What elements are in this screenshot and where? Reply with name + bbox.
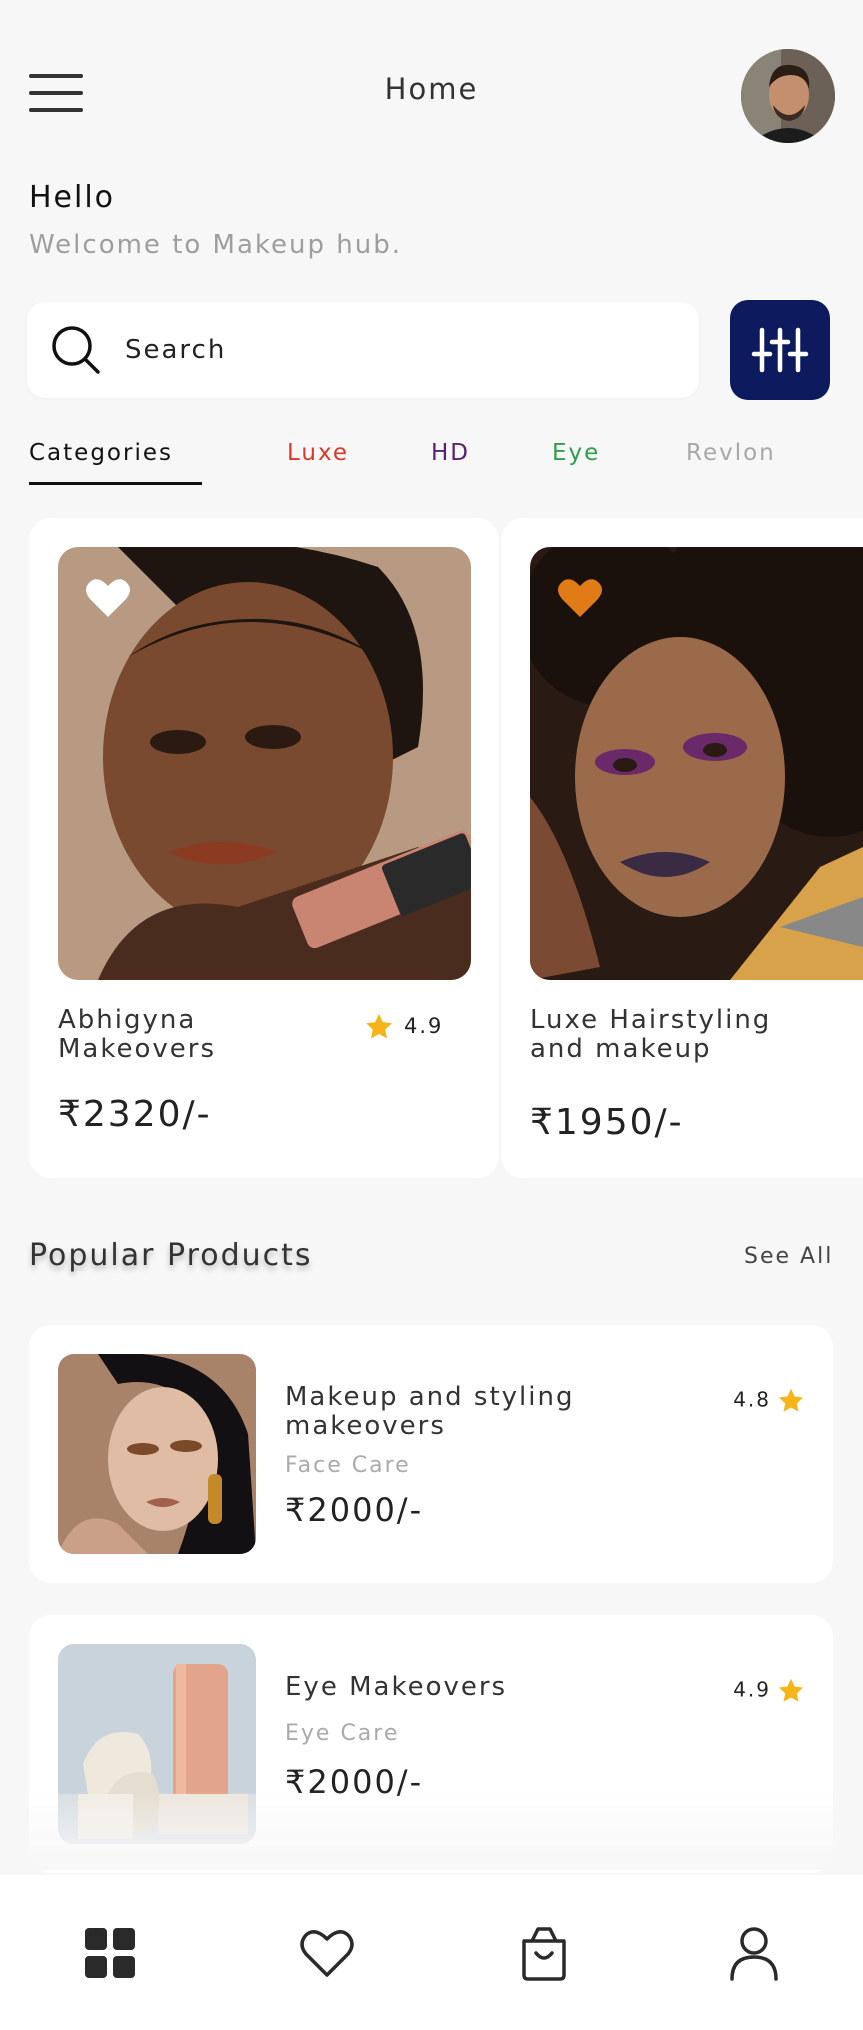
featured-card[interactable]: Abhigyna Makeovers 4.9 ₹2320/- (29, 518, 499, 1178)
featured-card-image (58, 547, 471, 980)
greeting-title: Hello (29, 180, 116, 215)
tab-luxe[interactable]: Luxe (287, 440, 349, 466)
rating-value: 4.9 (404, 1014, 444, 1038)
bottom-nav (0, 1875, 863, 2030)
avatar[interactable] (741, 49, 835, 143)
product-name: Eye Makeovers (285, 1672, 508, 1702)
star-icon (778, 1388, 804, 1412)
nav-favorites[interactable] (297, 1923, 357, 1983)
product-category: Face Care (285, 1453, 411, 1478)
see-all-link[interactable]: See All (744, 1244, 833, 1269)
featured-card-price: ₹1950/- (530, 1102, 684, 1143)
tab-hd[interactable]: HD (431, 440, 470, 466)
featured-card-image (530, 547, 863, 980)
sliders-icon (751, 327, 809, 373)
featured-card-name: Abhigyna Makeovers (58, 1005, 217, 1064)
greeting-subtitle: Welcome to Makeup hub. (29, 230, 403, 260)
favorite-heart-icon[interactable] (557, 577, 603, 619)
featured-card-price: ₹2320/- (58, 1094, 212, 1135)
product-category: Eye Care (285, 1721, 400, 1746)
nav-cart[interactable] (514, 1923, 574, 1983)
product-image (58, 1354, 256, 1554)
heart-icon (300, 1930, 354, 1977)
product-list-item[interactable]: Makeup and styling makeovers Face Care ₹… (29, 1325, 833, 1583)
search-input[interactable] (125, 302, 645, 398)
tab-revlon[interactable]: Revlon (686, 440, 776, 466)
product-name: Makeup and styling makeovers (285, 1382, 575, 1441)
tab-eye[interactable]: Eye (552, 440, 600, 466)
section-title: Popular Products (29, 1238, 313, 1273)
tab-categories[interactable]: Categories (29, 440, 173, 466)
favorite-heart-icon[interactable] (85, 577, 131, 619)
product-price: ₹2000/- (285, 1491, 424, 1529)
featured-card[interactable]: Luxe Hairstyling and makeup ₹1950/- (501, 518, 863, 1178)
home-grid-icon (85, 1928, 135, 1978)
nav-home[interactable] (80, 1923, 140, 1983)
filter-button[interactable] (730, 300, 830, 400)
bottom-fade (0, 1790, 863, 1870)
featured-card-name: Luxe Hairstyling and makeup (530, 1005, 772, 1064)
profile-icon (730, 1927, 778, 1981)
nav-profile[interactable] (724, 1923, 784, 1983)
rating-value: 4.8 (733, 1387, 771, 1412)
rating-value: 4.9 (733, 1677, 771, 1702)
shopping-bag-icon (522, 1927, 566, 1981)
featured-card-rating: 4.9 (364, 1012, 443, 1042)
search-icon (52, 326, 100, 374)
star-icon (778, 1678, 804, 1702)
page-title: Home (384, 72, 479, 106)
star-icon (366, 1013, 392, 1039)
search-bar (27, 302, 699, 398)
product-rating: 4.9 (733, 1677, 805, 1705)
tab-active-indicator (29, 482, 202, 485)
product-rating: 4.8 (733, 1387, 805, 1415)
